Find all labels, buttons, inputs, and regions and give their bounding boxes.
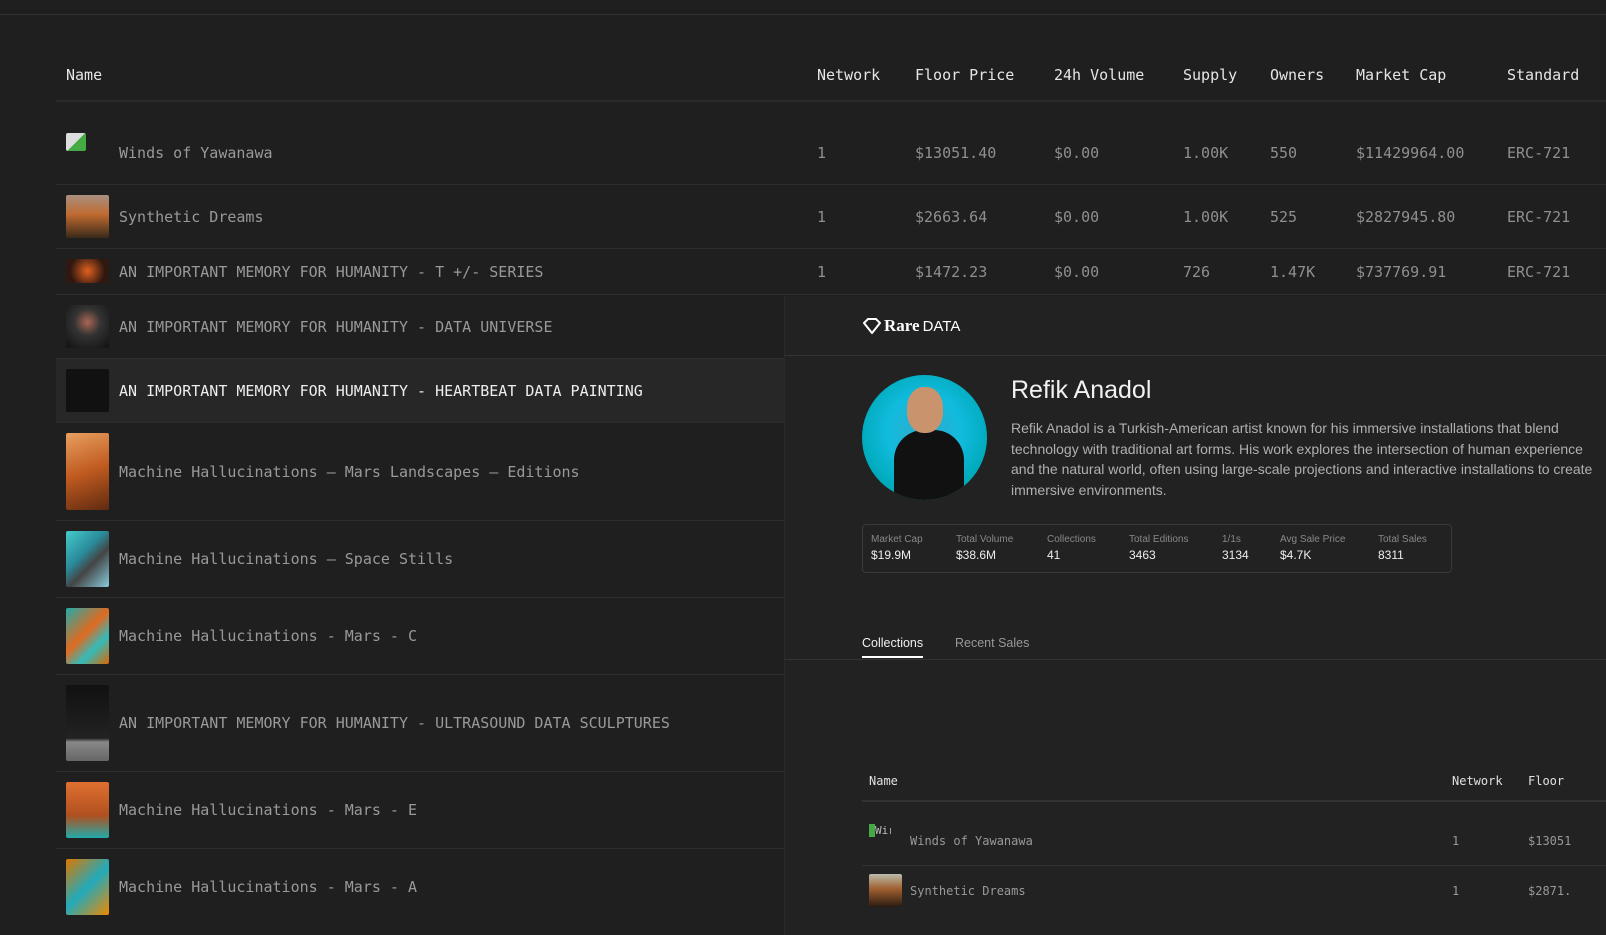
floor-cell: $2871. (1528, 884, 1572, 898)
collection-thumbnail (66, 259, 109, 283)
standard-cell: ERC-721 (1507, 263, 1571, 281)
collection-name: Winds of Yawanawa (119, 144, 273, 162)
collection-name: AN IMPORTANT MEMORY FOR HUMANITY - HEART… (119, 382, 643, 400)
floor-price-cell: $2663.64 (915, 208, 988, 226)
owners-cell: 1.47K (1270, 263, 1316, 281)
logo-rare: Rare (884, 316, 920, 335)
artist-bio: Refik Anadol is a Turkish-American artis… (1011, 420, 1593, 498)
sub-header-network[interactable]: Network (1452, 774, 1503, 788)
collection-name: AN IMPORTANT MEMORY FOR HUMANITY - ULTRA… (119, 714, 670, 732)
broken-image-icon: Wir (869, 824, 891, 837)
collection-name: Synthetic Dreams (119, 208, 264, 226)
header-network[interactable]: Network (817, 66, 880, 84)
collection-name: Winds of Yawanawa (910, 834, 1033, 848)
collection-thumbnail (66, 369, 109, 412)
supply-cell: 1.00K (1183, 144, 1229, 162)
stat-one-of-ones: 1/1s 3134 (1222, 534, 1249, 562)
sub-header-divider (862, 800, 1606, 802)
collection-thumbnail (66, 531, 109, 587)
collection-thumbnail (66, 782, 109, 838)
tab-collections[interactable]: Collections (862, 636, 924, 658)
panel-header-divider (785, 355, 1606, 356)
collection-thumbnail (66, 195, 109, 238)
owners-cell: 525 (1270, 208, 1298, 226)
row-divider (862, 865, 1606, 866)
standard-cell: ERC-721 (1507, 144, 1571, 162)
floor-price-cell: $1472.23 (915, 263, 988, 281)
network-cell: 1 (1452, 884, 1460, 898)
header-owners[interactable]: Owners (1270, 66, 1324, 84)
header-supply[interactable]: Supply (1183, 66, 1237, 84)
volume-cell: $0.00 (1054, 208, 1100, 226)
collection-thumbnail (66, 608, 109, 664)
header-floor-price[interactable]: Floor Price (915, 66, 1014, 84)
header-24h-volume[interactable]: 24h Volume (1054, 66, 1144, 84)
owners-cell: 550 (1270, 144, 1298, 162)
supply-cell: 1.00K (1183, 208, 1229, 226)
collection-name: Machine Hallucinations - Mars - A (119, 878, 418, 896)
tab-recent-sales[interactable]: Recent Sales (955, 636, 1029, 656)
collection-name: Machine Hallucinations - Mars - E (119, 801, 418, 819)
market-cap-cell: $2827945.80 (1356, 208, 1456, 226)
supply-cell: 726 (1183, 263, 1211, 281)
broken-image-icon (66, 133, 86, 151)
stat-total-editions: Total Editions 3463 (1129, 534, 1189, 562)
standard-cell: ERC-721 (1507, 208, 1571, 226)
network-cell: 1 (817, 144, 827, 162)
collection-thumbnail (66, 305, 109, 348)
artist-panel: Rare DATA Refik Anadol Refik Anadol is a … (784, 296, 1606, 935)
sub-header-name[interactable]: Name (869, 774, 898, 788)
raredata-logo[interactable]: Rare DATA (863, 316, 960, 336)
header-standard[interactable]: Standard (1507, 66, 1579, 84)
table-row[interactable]: AN IMPORTANT MEMORY FOR HUMANITY - T +/-… (56, 249, 1606, 295)
network-cell: 1 (1452, 834, 1460, 848)
stats-box: Market Cap $19.9M Total Volume $38.6M Coll… (862, 524, 1452, 573)
volume-cell: $0.00 (1054, 144, 1100, 162)
stat-total-volume: Total Volume $38.6M (956, 534, 1014, 562)
market-cap-cell: $737769.91 (1356, 263, 1447, 281)
collection-name: AN IMPORTANT MEMORY FOR HUMANITY - DATA … (119, 318, 553, 336)
stat-market-cap: Market Cap $19.9M (871, 534, 923, 562)
collection-thumbnail (66, 685, 109, 761)
artist-name: Refik Anadol (1011, 376, 1152, 404)
collection-thumbnail (66, 433, 109, 510)
header-name[interactable]: Name (66, 66, 102, 84)
stat-total-sales: Total Sales 8311 (1378, 534, 1427, 562)
collection-name: Synthetic Dreams (910, 884, 1026, 898)
network-cell: 1 (817, 208, 827, 226)
stat-avg-sale-price: Avg Sale Price $4.7K (1280, 534, 1346, 562)
diamond-icon (863, 318, 881, 334)
floor-price-cell: $13051.40 (915, 144, 997, 162)
collection-name: AN IMPORTANT MEMORY FOR HUMANITY - T +/-… (119, 263, 544, 281)
logo-data: DATA (922, 317, 961, 335)
stat-collections: Collections 41 (1047, 534, 1096, 562)
artist-avatar (862, 375, 987, 500)
table-row[interactable]: Winds of Yawanawa 1 $13051.40 $0.00 1.00… (56, 102, 1606, 185)
collection-name: Machine Hallucinations - Mars - C (119, 627, 418, 645)
header-market-cap[interactable]: Market Cap (1356, 66, 1446, 84)
floor-cell: $13051 (1528, 834, 1572, 848)
collection-thumbnail (869, 874, 902, 907)
collection-name: Machine Hallucinations – Space Stills (119, 550, 454, 568)
market-cap-cell: $11429964.00 (1356, 144, 1465, 162)
top-divider (0, 14, 1606, 15)
table-row[interactable]: Synthetic Dreams 1 $2663.64 $0.00 1.00K … (56, 185, 1606, 249)
volume-cell: $0.00 (1054, 263, 1100, 281)
collection-name: Machine Hallucinations — Mars Landscapes… (119, 463, 580, 481)
sub-header-floor[interactable]: Floor (1528, 774, 1564, 788)
network-cell: 1 (817, 263, 827, 281)
tabs-divider (785, 659, 1606, 660)
collection-thumbnail (66, 859, 109, 915)
